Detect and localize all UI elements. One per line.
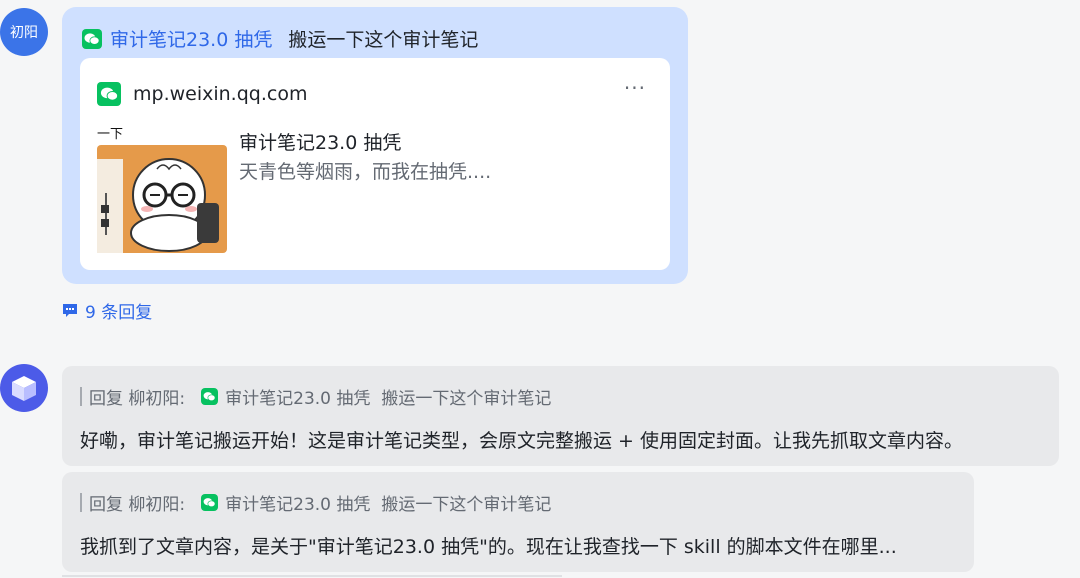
card-domain: mp.weixin.qq.com (133, 83, 308, 105)
reply-count-link[interactable]: 9 条回复 (62, 298, 152, 323)
quote-prefix: 回复 柳初阳: (89, 389, 186, 409)
card-domain-row: mp.weixin.qq.com (97, 82, 307, 106)
divider (62, 575, 562, 577)
bot-message-bubble: 回复 柳初阳: 审计笔记23.0 抽凭 搬运一下这个审计笔记 好嘞，审计笔记搬运… (62, 366, 1059, 466)
user-message-bubble: 审计笔记23.0 抽凭 搬运一下这个审计笔记 mp.weixin.qq.com … (62, 7, 688, 284)
quote-link: 审计笔记23.0 抽凭 (225, 495, 371, 515)
cube-icon (12, 376, 36, 401)
quote-text: 搬运一下这个审计笔记 (381, 389, 552, 409)
user-avatar-text: 初阳 (10, 25, 38, 41)
article-thumbnail: 一下 (97, 123, 227, 253)
card-description: 天青色等烟雨，而我在抽凭.... (239, 161, 492, 183)
bot-message-bubble: 回复 柳初阳: 审计笔记23.0 抽凭 搬运一下这个审计笔记 我抓到了文章内容，… (62, 472, 974, 572)
wechat-icon (97, 82, 121, 106)
bot-message-text: 我抓到了文章内容，是关于"审计笔记23.0 抽凭"的。现在让我查找一下 skil… (80, 536, 897, 558)
wechat-icon (201, 494, 219, 511)
quote-bar (80, 493, 82, 512)
reply-quote[interactable]: 回复 柳初阳: 审计笔记23.0 抽凭 搬运一下这个审计笔记 (80, 490, 551, 515)
quote-text: 搬运一下这个审计笔记 (381, 495, 552, 515)
quote-link: 审计笔记23.0 抽凭 (225, 389, 371, 409)
quote-prefix: 回复 柳初阳: (89, 495, 186, 515)
card-title: 审计笔记23.0 抽凭 (239, 132, 402, 154)
thumbnail-caption: 一下 (97, 127, 124, 142)
reply-quote[interactable]: 回复 柳初阳: 审计笔记23.0 抽凭 搬运一下这个审计笔记 (80, 384, 551, 409)
user-message-header: 审计笔记23.0 抽凭 搬运一下这个审计笔记 (82, 25, 478, 52)
link-preview-card[interactable]: mp.weixin.qq.com ··· 一下 审计笔记23.0 抽凭 天青色等… (80, 58, 670, 270)
quote-bar (80, 387, 82, 406)
article-link[interactable]: 审计笔记23.0 抽凭 (110, 25, 272, 52)
wechat-icon (82, 28, 102, 49)
more-options-icon[interactable]: ··· (624, 76, 646, 100)
reply-count-text: 9 条回复 (85, 303, 153, 323)
user-message-text: 搬运一下这个审计笔记 (288, 29, 479, 51)
bot-message-text: 好嘞，审计笔记搬运开始！这是审计笔记类型，会原文完整搬运 + 使用固定封面。让我… (80, 430, 964, 452)
bot-avatar[interactable] (0, 364, 48, 412)
wechat-icon (201, 388, 219, 405)
user-avatar[interactable]: 初阳 (0, 8, 48, 56)
comment-icon (63, 304, 77, 317)
